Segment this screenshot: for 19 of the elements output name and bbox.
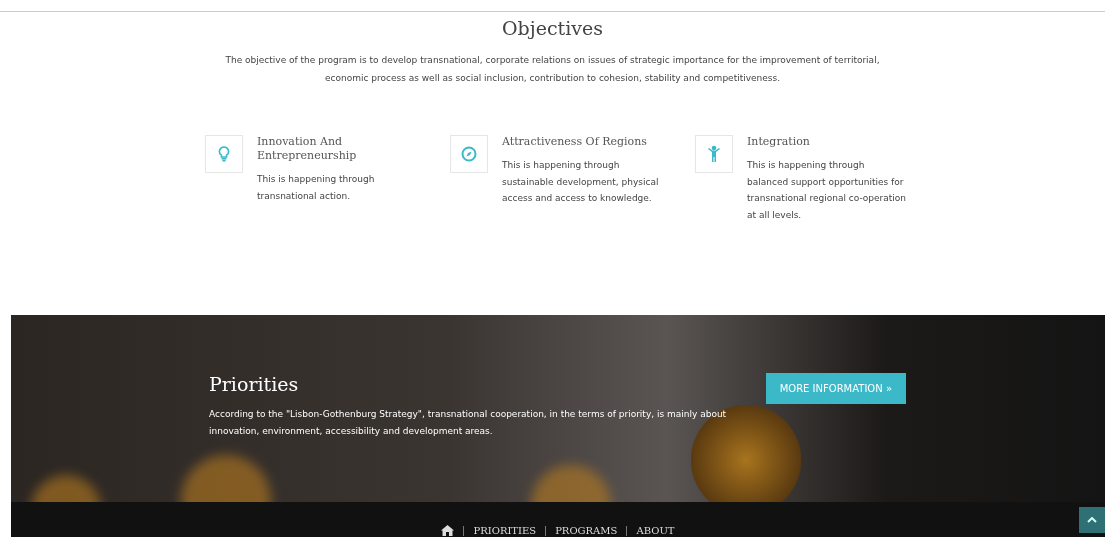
feature-description: This is happening through sustainable development, physical access and access to knowledge. bbox=[502, 159, 660, 205]
banner-text: According to the "Lisbon-Gothenburg Strategy", transnational cooperation, in the terms of priority, is mainly about innovation, environment, accessibility and development areas. bbox=[209, 408, 728, 438]
scroll-top-button[interactable] bbox=[1079, 507, 1105, 533]
compass-icon bbox=[461, 146, 477, 162]
feature-description: This is happening through balanced support opportunities for transnational regional co-operation at all levels. bbox=[747, 159, 907, 222]
person-icon bbox=[707, 145, 721, 163]
home-icon[interactable] bbox=[441, 525, 455, 536]
intro-paragraph: The objective of the program is to develop transnational, corporate relations on issues of strategic importance for the improvement of territorial, economic process as well as social inclusion, contribution to cohesion, stability and competitiveness. bbox=[224, 54, 881, 85]
feature-title: Integration bbox=[747, 135, 811, 149]
footer-link[interactable]: PROGRAMS bbox=[555, 525, 618, 536]
footer-link[interactable]: PRIORITIES bbox=[473, 525, 537, 536]
chevron-up-icon bbox=[1087, 517, 1097, 523]
feature-title: Attractiveness Of Regions bbox=[502, 135, 648, 149]
feature-title: Innovation And Entrepreneurship bbox=[257, 135, 358, 163]
footer-link[interactable]: ABOUT bbox=[636, 525, 675, 536]
section-title: Objectives bbox=[502, 17, 603, 39]
feature-description: This is happening through transnational action. bbox=[257, 173, 376, 203]
lightbulb-icon bbox=[218, 146, 230, 162]
banner-title: Priorities bbox=[209, 373, 300, 395]
